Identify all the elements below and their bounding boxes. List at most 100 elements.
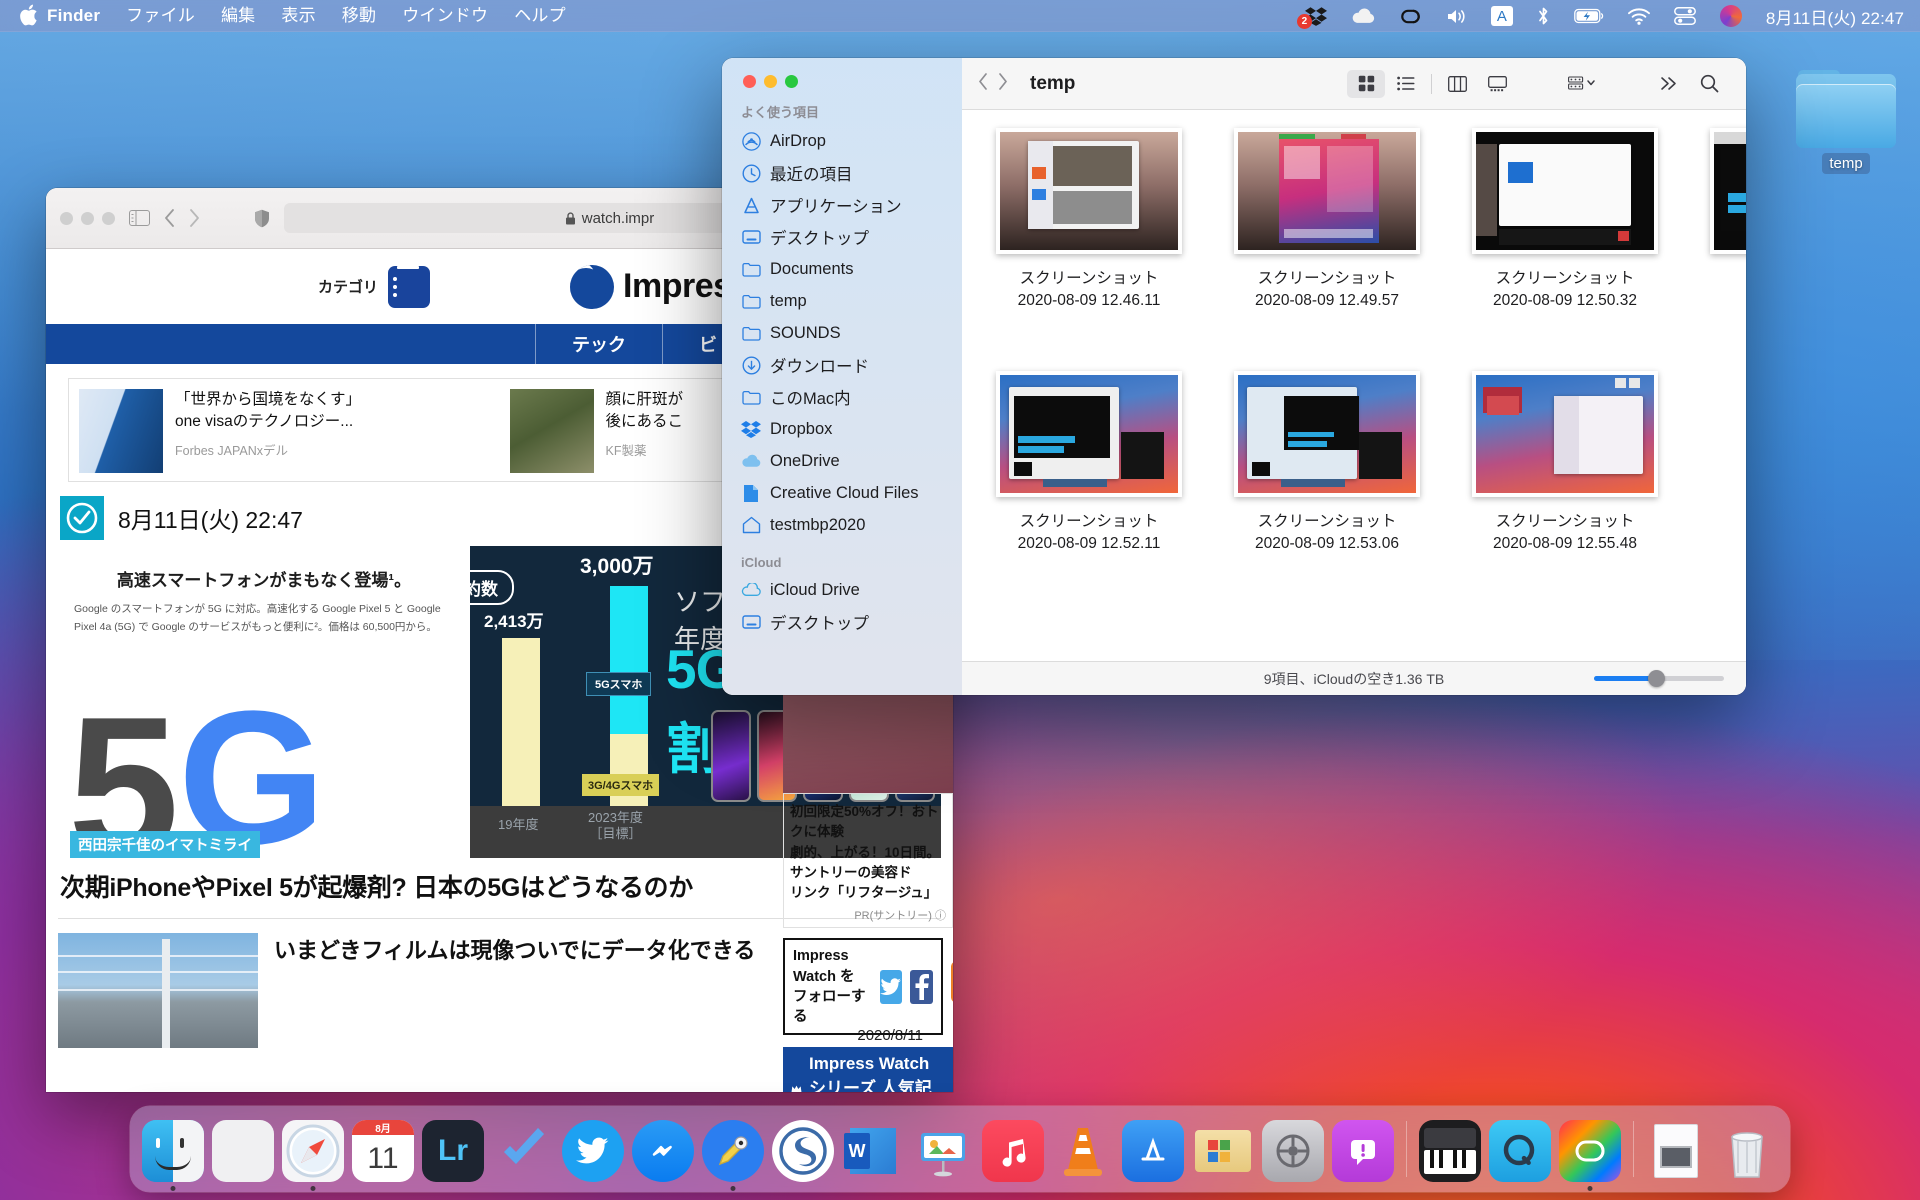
privacy-shield-icon[interactable] bbox=[254, 209, 270, 228]
zoom-button[interactable] bbox=[102, 211, 115, 225]
onedrive-cloud-icon[interactable] bbox=[1339, 0, 1387, 32]
dock-item-system-preferences[interactable] bbox=[1260, 1116, 1326, 1182]
menu-window[interactable]: ウインドウ bbox=[389, 0, 501, 32]
file-item[interactable]: スクリーンショット 2020-08-09 12.49.57 bbox=[1208, 128, 1446, 313]
desktop-folder-temp[interactable]: temp bbox=[1790, 70, 1902, 174]
sidebar-item-temp[interactable]: temp bbox=[732, 285, 952, 317]
sidebar-item-creative-cloud-files[interactable]: Creative Cloud Files bbox=[732, 477, 952, 509]
finder-sidebar[interactable]: よく使う項目 AirDrop 最近の項目 アプリケーション デスクトップ Doc… bbox=[722, 58, 962, 695]
dock-item-creative-cloud[interactable] bbox=[1557, 1116, 1623, 1191]
twitter-icon[interactable] bbox=[880, 969, 903, 1004]
file-item[interactable]: スクリーンショット 2020-08-09 12.52.11 bbox=[970, 370, 1208, 556]
dropbox-icon[interactable]: 2 bbox=[1293, 0, 1339, 32]
sidebar-item-dropbox[interactable]: Dropbox bbox=[732, 413, 952, 445]
search-icon[interactable] bbox=[1690, 70, 1728, 98]
finder-traffic-lights[interactable] bbox=[743, 75, 952, 88]
sidebar-item-sounds[interactable]: SOUNDS bbox=[732, 317, 952, 349]
rss-icon[interactable] bbox=[950, 960, 953, 1003]
menu-app-name[interactable]: Finder bbox=[34, 0, 113, 32]
input-source-icon[interactable]: A bbox=[1479, 0, 1525, 32]
dock-item-safari[interactable] bbox=[280, 1116, 346, 1191]
close-button[interactable] bbox=[743, 75, 756, 88]
dock-item-twitter[interactable] bbox=[560, 1116, 626, 1182]
file-item[interactable]: スクリーンショット 2020-08-09 12.55.48 bbox=[1446, 370, 1684, 556]
sidebar-item-applications[interactable]: アプリケーション bbox=[732, 189, 952, 221]
close-button[interactable] bbox=[60, 211, 73, 225]
forward-button[interactable] bbox=[189, 209, 200, 227]
forward-button[interactable] bbox=[998, 72, 1008, 95]
battery-charging-icon[interactable] bbox=[1562, 0, 1616, 32]
sidebar-item-icloud-desktop[interactable]: デスクトップ bbox=[732, 606, 952, 638]
dock-item-vlc[interactable] bbox=[1050, 1116, 1116, 1182]
control-center-icon[interactable] bbox=[1662, 0, 1708, 32]
menu-help[interactable]: ヘルプ bbox=[501, 0, 579, 32]
file-item[interactable]: スクリーンショット 2020-08-09 12.53.06 bbox=[1208, 370, 1446, 556]
ad-card-1[interactable]: 「世界から国境をなくす」 one visaのテクノロジー... Forbes J… bbox=[69, 379, 500, 481]
sidebar-item-airdrop[interactable]: AirDrop bbox=[732, 125, 952, 157]
finder-window[interactable]: よく使う項目 AirDrop 最近の項目 アプリケーション デスクトップ Doc… bbox=[722, 58, 1746, 695]
bluetooth-icon[interactable] bbox=[1525, 0, 1562, 32]
dock-item-downloads-stack[interactable] bbox=[1644, 1116, 1710, 1182]
menu-file[interactable]: ファイル bbox=[113, 0, 208, 32]
minimize-button[interactable] bbox=[81, 211, 94, 225]
category-button[interactable]: カテゴリ bbox=[318, 265, 431, 308]
pr-card[interactable]: 初回限定50%オフ！おトクに体験 劇的、上がる！10日間。サントリーの美容ド リ… bbox=[783, 793, 953, 929]
menu-bar[interactable]: Finder ファイル 編集 表示 移動 ウインドウ ヘルプ 2 A 8月11日… bbox=[0, 0, 1920, 32]
dock-item-app-store[interactable] bbox=[1120, 1116, 1186, 1182]
dock-item-things[interactable] bbox=[490, 1116, 556, 1182]
creative-cloud-icon[interactable] bbox=[1387, 0, 1434, 32]
dock-item-lightroom[interactable]: Lr bbox=[420, 1116, 486, 1182]
dock-item-podcast[interactable] bbox=[1330, 1116, 1396, 1182]
facebook-icon[interactable] bbox=[910, 969, 933, 1004]
sidebar-item-this-mac[interactable]: このMac内 bbox=[732, 381, 952, 413]
menu-view[interactable]: 表示 bbox=[268, 0, 328, 32]
menu-go[interactable]: 移動 bbox=[329, 0, 389, 32]
zoom-button[interactable] bbox=[785, 75, 798, 88]
menubar-clock[interactable]: 8月11日(火) 22:47 bbox=[1754, 4, 1904, 29]
file-item[interactable]: スクリーンショット 2020-08-09 12.46.11 bbox=[970, 128, 1208, 313]
sidebar-toggle-icon[interactable] bbox=[129, 210, 150, 226]
dock-item-microsoft-folder[interactable] bbox=[1190, 1116, 1256, 1182]
back-button[interactable] bbox=[978, 72, 988, 95]
sidebar-item-downloads[interactable]: ダウンロード bbox=[732, 349, 952, 381]
dock-item-keynote[interactable] bbox=[910, 1116, 976, 1182]
wifi-icon[interactable] bbox=[1616, 0, 1662, 32]
dock-item-messenger[interactable] bbox=[630, 1116, 696, 1182]
dock-item-launchpad[interactable] bbox=[210, 1116, 276, 1182]
siri-icon[interactable] bbox=[1708, 0, 1754, 32]
dock-item-trash[interactable] bbox=[1714, 1116, 1780, 1182]
nav-tab-tech[interactable]: テック bbox=[536, 324, 663, 364]
dock-item-music[interactable] bbox=[980, 1116, 1046, 1182]
google-pixel-ad[interactable]: 高速スマートフォンがまもなく登場¹。 Google のスマートフォンが 5G に… bbox=[58, 546, 470, 858]
safari-traffic-lights[interactable] bbox=[60, 211, 115, 225]
apple-logo-icon[interactable] bbox=[14, 4, 37, 28]
group-by-button[interactable] bbox=[1560, 70, 1606, 98]
minimize-button[interactable] bbox=[764, 75, 777, 88]
sidebar-item-documents[interactable]: Documents bbox=[732, 253, 952, 285]
sidebar-item-recents[interactable]: 最近の項目 bbox=[732, 157, 952, 189]
sidebar-item-icloud-drive[interactable]: iCloud Drive bbox=[732, 574, 952, 606]
dock-item-garageband[interactable] bbox=[1417, 1116, 1483, 1182]
dock-item-calendar[interactable]: 8月 11 bbox=[350, 1116, 416, 1182]
list-view-button[interactable] bbox=[1387, 70, 1425, 98]
more-toolbar-items-button[interactable] bbox=[1650, 70, 1688, 98]
file-item[interactable]: スクリーンショット 2020-08-09 12.50.32 bbox=[1446, 128, 1684, 313]
sidebar-item-onedrive[interactable]: OneDrive bbox=[732, 445, 952, 477]
back-button[interactable] bbox=[164, 209, 175, 227]
finder-file-grid[interactable]: スクリーンショット 2020-08-09 12.46.11 スクリーンショット … bbox=[962, 110, 1746, 661]
follow-box[interactable]: Impress Watch を フォローする bbox=[783, 938, 943, 1036]
dock-item-sketch[interactable] bbox=[770, 1116, 836, 1182]
menu-edit[interactable]: 編集 bbox=[208, 0, 268, 32]
sidebar-item-desktop[interactable]: デスクトップ bbox=[732, 221, 952, 253]
dock-item-word[interactable]: W bbox=[840, 1116, 906, 1182]
dock[interactable]: 8月 11 Lr W bbox=[130, 1106, 1790, 1192]
sidebar-item-testmbp2020[interactable]: testmbp2020 bbox=[732, 509, 952, 541]
ranking-box[interactable]: Impress Watchシリーズ 人気記事 1時間 24時間 1週間 1カ月 bbox=[783, 1047, 953, 1092]
file-item[interactable]: スクリ 2020-08 bbox=[1684, 128, 1746, 313]
volume-icon[interactable] bbox=[1434, 0, 1479, 32]
dock-item-skitch[interactable] bbox=[700, 1116, 766, 1191]
gallery-view-button[interactable] bbox=[1478, 70, 1516, 98]
icon-size-slider[interactable] bbox=[1594, 670, 1724, 687]
dock-item-finder[interactable] bbox=[140, 1116, 206, 1191]
icon-view-button[interactable] bbox=[1347, 69, 1385, 98]
